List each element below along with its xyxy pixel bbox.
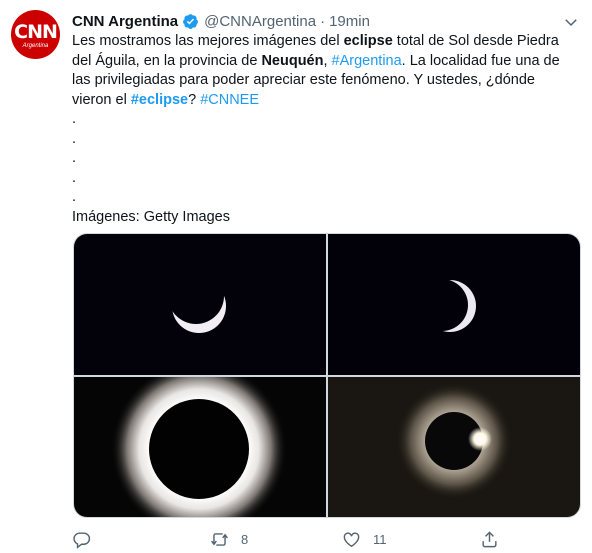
text-dot: . xyxy=(72,150,77,166)
avatar[interactable]: CNN Argentina xyxy=(11,10,60,59)
text-dot: . xyxy=(72,189,77,205)
media-grid xyxy=(73,233,581,518)
tweet[interactable]: CNN Argentina CNN Argentina @CNNArgentin… xyxy=(0,0,592,553)
eclipse-image-3 xyxy=(111,377,287,517)
text-segment: , xyxy=(323,52,332,69)
like-count: 11 xyxy=(373,531,387,547)
text-dot: . xyxy=(72,130,77,147)
text-dot: . xyxy=(72,169,77,186)
eclipse-photo-diamond-ring[interactable] xyxy=(328,377,580,517)
header-separator: · xyxy=(320,12,326,30)
reply-icon xyxy=(73,531,91,549)
eclipse-photo-total[interactable] xyxy=(74,377,326,517)
text-segment: Les mostramos las mejores imágenes del xyxy=(72,33,344,49)
more-icon[interactable] xyxy=(562,13,580,31)
tweet-timestamp[interactable]: 19min xyxy=(329,13,370,30)
verified-badge-icon xyxy=(183,13,199,29)
display-name[interactable]: CNN Argentina xyxy=(72,13,178,30)
retweet-count: 8 xyxy=(241,531,249,547)
tweet-text-line: vieron el #eclipse? #CNNEE xyxy=(72,91,572,111)
text-bold: Neuquén xyxy=(261,52,324,69)
tweet-text-line: del Águila, en la provincia de Neuquén, … xyxy=(72,52,572,72)
retweet-button[interactable]: 8 xyxy=(210,528,248,550)
tweet-text-line: las privilegiadas para poder apreciar es… xyxy=(72,72,535,88)
like-icon xyxy=(343,531,360,547)
user-handle[interactable]: @CNNArgentina xyxy=(204,13,316,30)
hashtag-link-eclipse[interactable]: #eclipse xyxy=(131,92,188,108)
text-dot: . xyxy=(72,111,77,127)
hashtag-link-argentina[interactable]: #Argentina xyxy=(332,53,402,69)
text-segment: vieron el xyxy=(72,91,131,108)
text-segment: . La localidad fue una de xyxy=(401,52,560,69)
text-bold: eclipse xyxy=(343,33,393,49)
text-segment: ? xyxy=(188,91,201,108)
tweet-actions: 8 11 xyxy=(72,528,502,550)
eclipse-photo-crescent[interactable] xyxy=(328,234,580,375)
share-icon xyxy=(482,530,497,547)
like-button[interactable]: 11 xyxy=(342,528,387,550)
tweet-text: Les mostramos las mejores imágenes del e… xyxy=(72,32,572,227)
tweet-text-line: Les mostramos las mejores imágenes del e… xyxy=(72,32,572,52)
image-credit: Imágenes: Getty Images xyxy=(72,208,230,225)
avatar-logo-text: CNN xyxy=(14,21,58,43)
hashtag-link-cnnee[interactable]: #CNNEE xyxy=(200,92,259,108)
retweet-icon xyxy=(211,532,228,546)
text-segment: total de Sol desde Piedra xyxy=(392,33,559,49)
eclipse-photo-partial[interactable] xyxy=(74,234,326,375)
tweet-header: CNN Argentina @CNNArgentina · 19min xyxy=(72,11,370,31)
reply-button[interactable] xyxy=(72,528,103,550)
avatar-logo-subtext: Argentina xyxy=(22,43,49,49)
eclipse-image-1 xyxy=(172,279,226,333)
eclipse-image-4 xyxy=(396,383,512,499)
eclipse-image-2 xyxy=(424,280,476,332)
text-segment: del Águila, en la provincia de xyxy=(72,52,262,69)
share-button[interactable] xyxy=(480,528,499,550)
